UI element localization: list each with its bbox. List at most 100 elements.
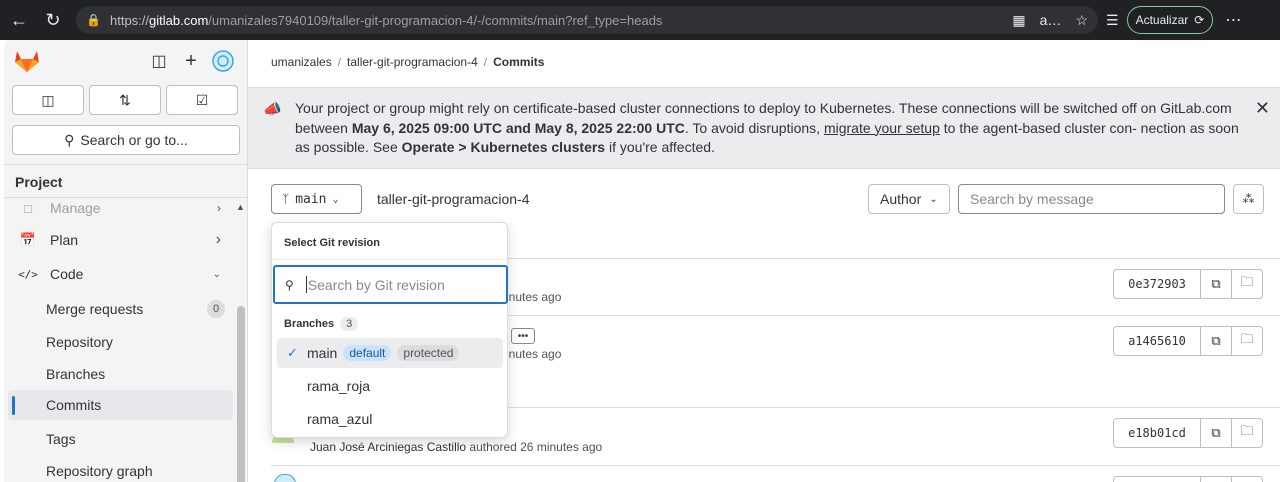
commit-actions: 0e372903 ⧉ 🗀 <box>1113 269 1263 299</box>
breadcrumb-item[interactable]: umanizales <box>271 55 332 69</box>
count-badge: 0 <box>207 300 225 318</box>
search-button-label: Search or go to... <box>80 132 188 148</box>
sidebar-scrollbar[interactable]: ▲ <box>236 202 246 482</box>
commit-sha-button[interactable]: 0e372903 <box>1113 269 1201 299</box>
commit-sha-button[interactable]: a1465610 <box>1113 326 1201 356</box>
author-filter-button[interactable]: Author ⌄ <box>868 184 950 214</box>
issues-button[interactable]: ◫ <box>12 85 84 115</box>
app-icon[interactable]: ▦ <box>1012 12 1025 29</box>
sidebar-item-plan[interactable]: 📅 Plan › <box>8 225 233 255</box>
back-icon[interactable]: ← <box>4 5 34 35</box>
scroll-up-icon[interactable]: ▲ <box>236 202 245 212</box>
favorite-star-icon[interactable]: ☆ <box>1075 12 1088 29</box>
browser-toolbar: ← ↻ 🔒 https://gitlab.com/umanizales79401… <box>0 0 1280 40</box>
site-info-icon[interactable]: 🔒 <box>86 13 104 27</box>
calendar-icon: 📅 <box>19 232 37 247</box>
commit-actions <box>1113 476 1263 482</box>
section-label: Branches <box>284 318 335 330</box>
url-host: gitlab.com <box>149 12 209 28</box>
expand-description-button[interactable]: ••• <box>511 328 535 344</box>
avatar <box>274 474 296 482</box>
breadcrumb-current[interactable]: Commits <box>493 55 544 69</box>
sidebar-item-repository[interactable]: Repository <box>8 327 233 357</box>
favorites-icon[interactable]: ☰ <box>1106 12 1119 29</box>
commit-sha-button[interactable]: e18b01cd <box>1113 418 1201 448</box>
commits-toolbar: ᛉ main ⌄ taller-git-programacion-4 Autho… <box>248 184 1280 216</box>
browser-menu-icon[interactable]: ⋯ <box>1225 10 1242 30</box>
breadcrumb-separator: / <box>337 55 342 69</box>
address-bar[interactable]: 🔒 https://gitlab.com/umanizales7940109/t… <box>76 6 1098 34</box>
sidebar-item-label: Plan <box>50 232 79 248</box>
author-filter-label: Author <box>880 191 922 207</box>
breadcrumb-item[interactable]: taller-git-programacion-4 <box>347 55 478 69</box>
chevron-right-icon: › <box>217 201 221 215</box>
copy-sha-button[interactable] <box>1201 476 1232 482</box>
sidebar-item-branches[interactable]: Branches <box>8 359 233 389</box>
sidebar-toggle-icon[interactable]: ◫ <box>148 50 170 72</box>
gitlab-page: ◫ + ◫ ⇅ ☑ ⚲ Search or go to... Project □… <box>0 40 1280 482</box>
update-button[interactable]: Actualizar ⟳ <box>1126 6 1214 34</box>
branch-name: rama_roja <box>307 378 371 394</box>
sidebar-item-code[interactable]: </> Code ⌄ <box>8 259 233 289</box>
banner-menu-path: Operate > Kubernetes clusters <box>401 139 606 155</box>
banner-text: Your project or group might rely on cert… <box>295 99 1245 158</box>
sidebar-item-commits[interactable]: Commits <box>8 390 233 420</box>
copy-sha-button[interactable]: ⧉ <box>1201 326 1232 356</box>
reload-icon[interactable]: ↻ <box>38 5 68 35</box>
close-icon[interactable]: ✕ <box>1255 98 1270 119</box>
search-by-message-input[interactable]: Search by message <box>958 184 1225 214</box>
plus-icon[interactable]: + <box>180 50 202 72</box>
url-scheme: https:// <box>110 12 150 28</box>
default-badge: default <box>343 345 392 361</box>
chevron-down-icon: ⌄ <box>929 193 938 205</box>
sidebar-item-label: Branches <box>46 366 106 382</box>
branch-option-rama-azul[interactable]: rama_azul <box>277 404 503 434</box>
commit-sha-button[interactable] <box>1113 476 1201 482</box>
repository-path[interactable]: taller-git-programacion-4 <box>377 191 530 207</box>
banner-dates: May 6, 2025 09:00 UTC and May 8, 2025 22… <box>351 119 685 136</box>
copy-sha-button[interactable]: ⧉ <box>1201 418 1232 448</box>
merge-request-icon: ⇅ <box>119 91 131 108</box>
todo-icon: ☑ <box>195 91 209 108</box>
browse-files-button[interactable]: 🗀 <box>1232 269 1263 299</box>
kubernetes-deprecation-banner: 📣 Your project or group might rely on ce… <box>248 87 1280 169</box>
browse-files-button[interactable]: 🗀 <box>1232 326 1263 356</box>
commit-meta: inutes ago <box>506 290 562 304</box>
manage-icon: □ <box>24 200 32 216</box>
sidebar-header: ◫ + <box>4 40 247 82</box>
branch-icon: ᛉ <box>282 192 290 206</box>
copy-icon: ⧉ <box>1211 276 1221 291</box>
browse-files-button[interactable] <box>1232 476 1263 482</box>
gitlab-logo-icon[interactable] <box>14 50 40 72</box>
todos-button[interactable]: ☑ <box>166 85 238 115</box>
commit-meta: Juan José Arciniegas Castillo authored 2… <box>310 440 602 454</box>
migrate-setup-link[interactable]: migrate your setup <box>824 120 940 136</box>
merge-requests-button[interactable]: ⇅ <box>89 85 161 115</box>
sidebar-item-label: Repository graph <box>46 463 153 479</box>
browse-files-button[interactable]: 🗀 <box>1232 418 1263 448</box>
branch-option-main[interactable]: ✓ main default protected <box>277 338 503 368</box>
sidebar-item-label: Tags <box>46 431 76 447</box>
search-icon: ⚲ <box>64 131 75 148</box>
folder-icon: 🗀 <box>1240 331 1254 346</box>
sidebar-item-tags[interactable]: Tags <box>8 424 233 454</box>
scrollbar-thumb[interactable] <box>237 306 245 482</box>
banner-text-part: . To avoid disruptions, <box>684 119 824 136</box>
sidebar-item-repository-graph[interactable]: Repository graph <box>8 456 233 482</box>
rss-feed-button[interactable]: ⁂ <box>1233 184 1264 214</box>
read-aloud-icon[interactable]: a… <box>1040 12 1062 28</box>
copy-icon: ⧉ <box>1211 333 1221 348</box>
branch-option-rama-roja[interactable]: rama_roja <box>277 371 503 401</box>
user-avatar[interactable] <box>212 50 234 72</box>
commit-author[interactable]: Juan José Arciniegas Castillo <box>310 440 466 454</box>
sidebar-item-label: Merge requests <box>46 301 144 317</box>
search-button[interactable]: ⚲ Search or go to... <box>12 125 240 155</box>
check-icon: ✓ <box>287 345 298 360</box>
sidebar-item-merge-requests[interactable]: Merge requests 0 <box>8 294 233 324</box>
branches-section-header: Branches 3 <box>284 317 359 331</box>
branch-selector-button[interactable]: ᛉ main ⌄ <box>271 184 362 214</box>
copy-sha-button[interactable]: ⧉ <box>1201 269 1232 299</box>
git-revision-search-input[interactable]: ⚲ Search by Git revision <box>273 265 508 304</box>
commit-meta: inutes ago <box>506 347 562 361</box>
sidebar-item-manage[interactable]: □ Manage › <box>8 193 233 223</box>
